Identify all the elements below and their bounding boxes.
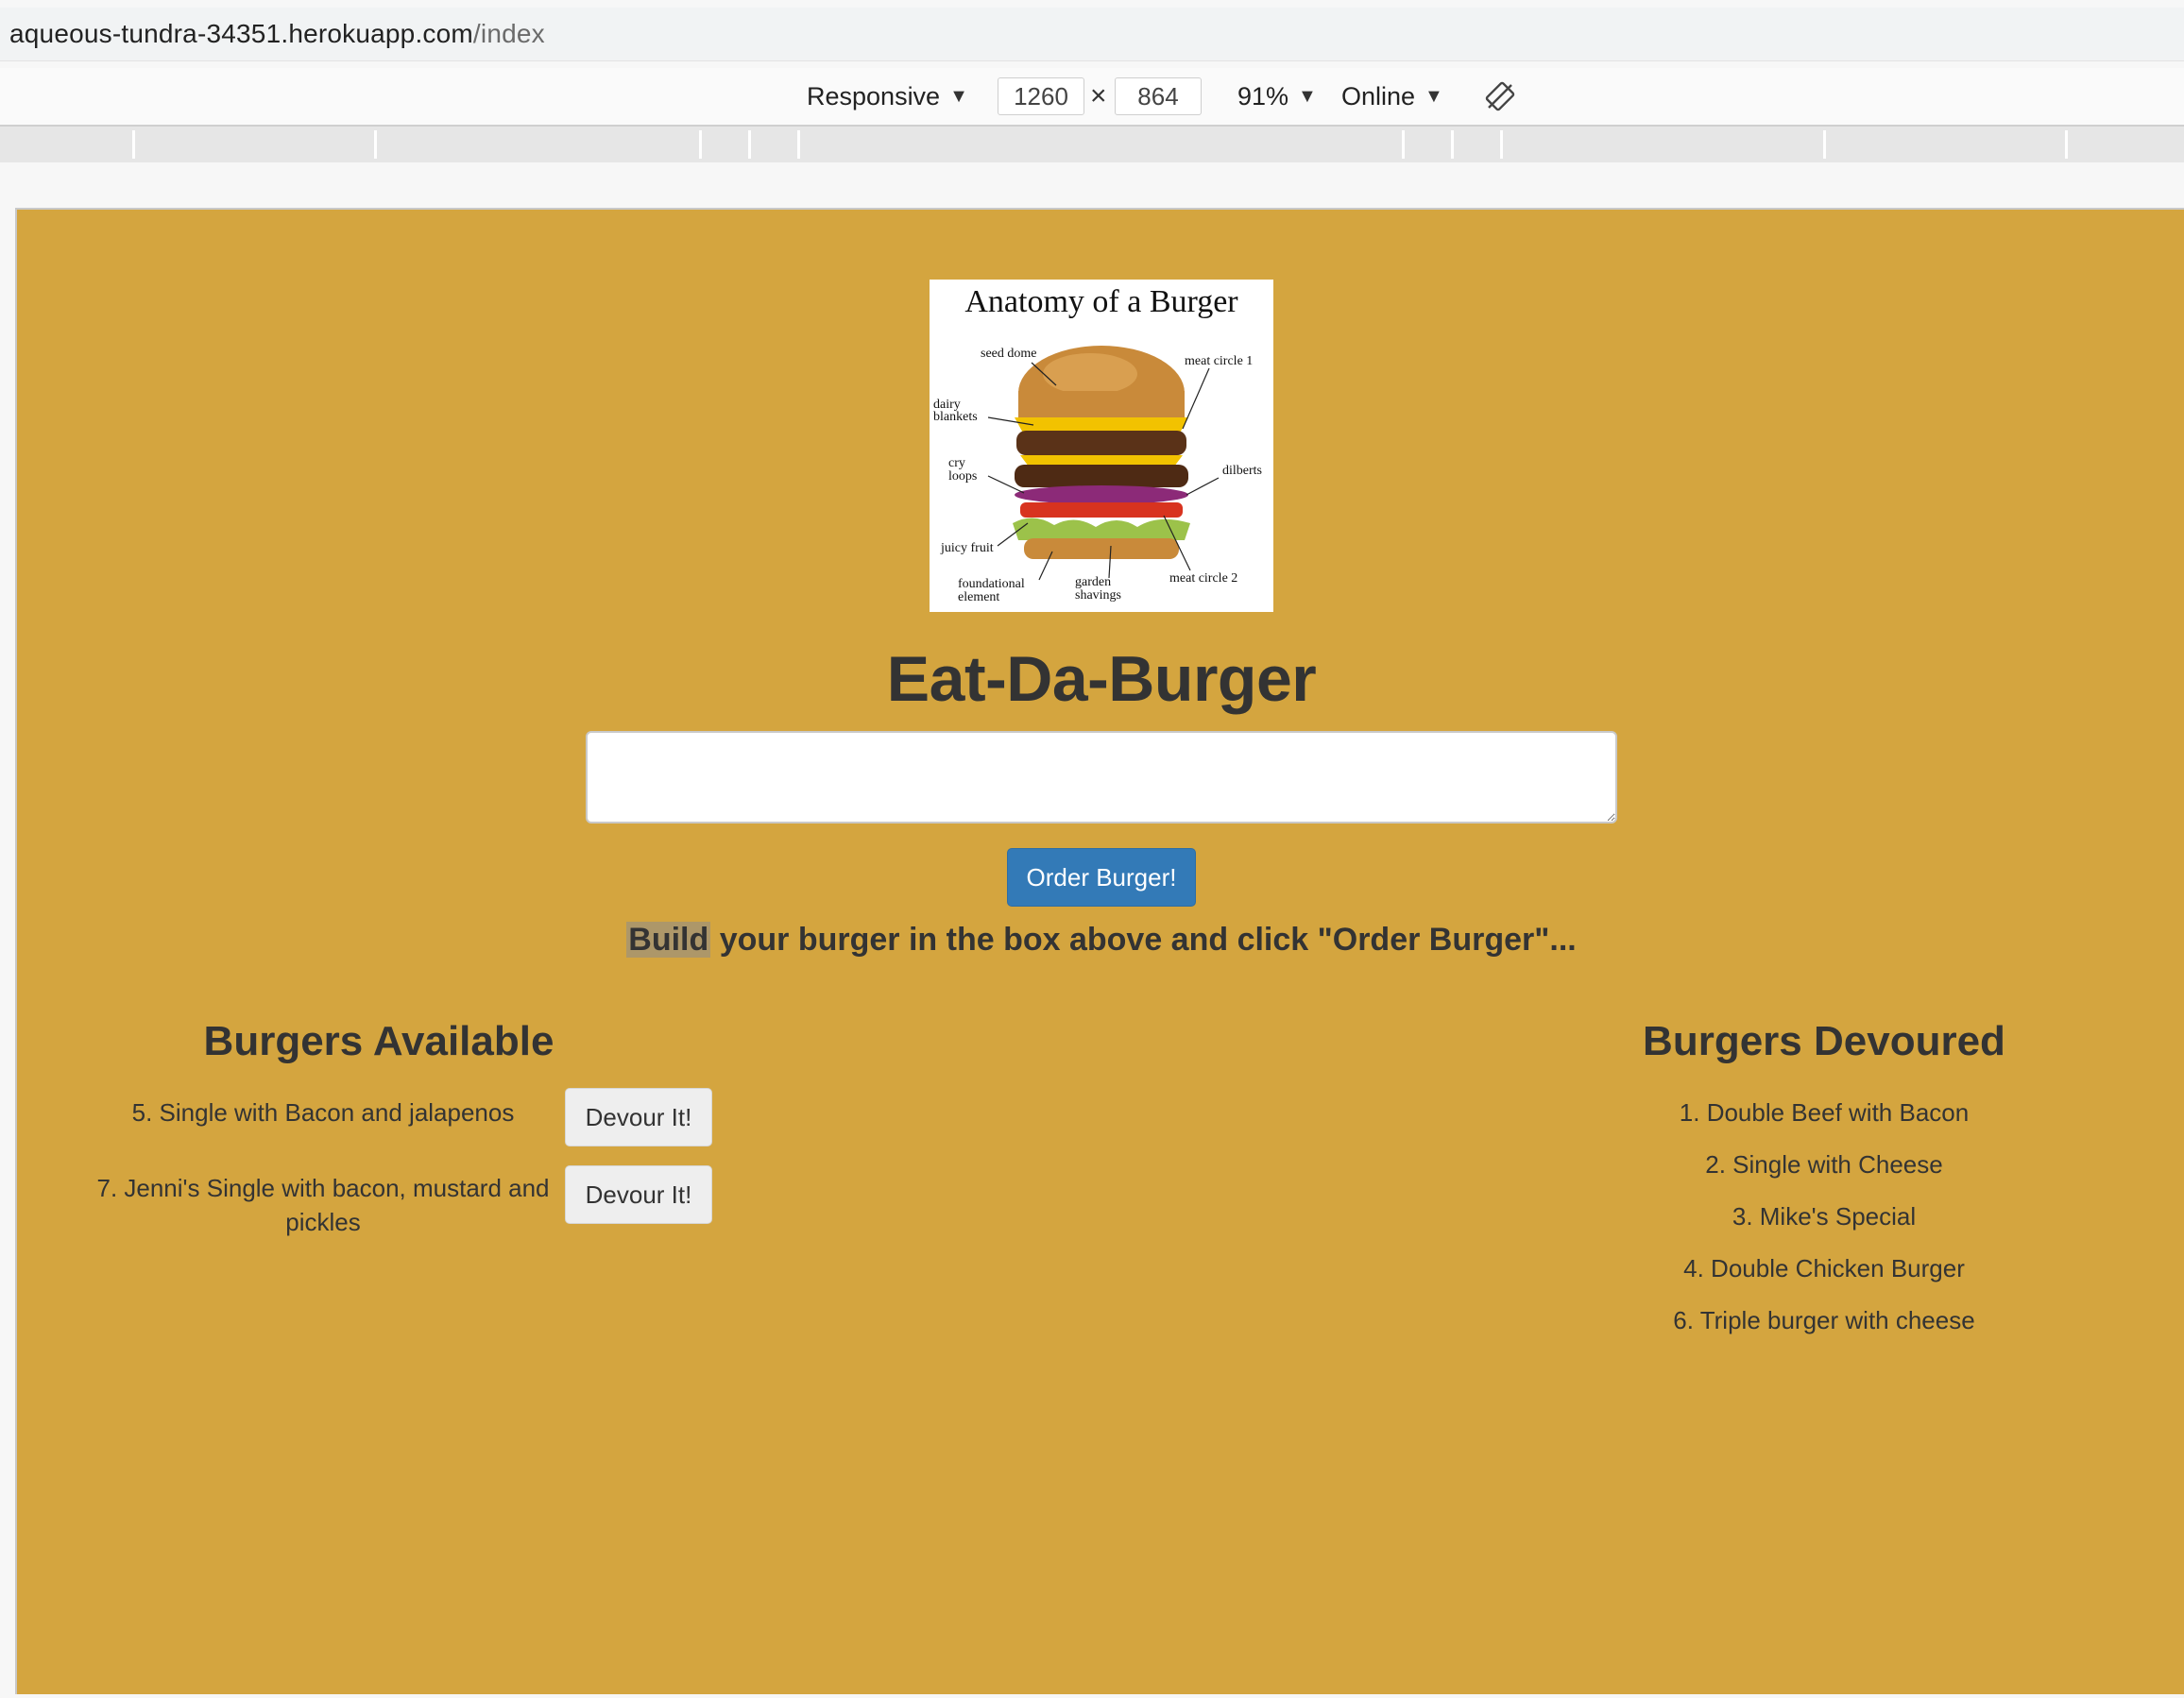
- address-bar[interactable]: aqueous-tundra-34351.herokuapp.com/index: [0, 8, 2184, 61]
- burger-illustration: Anatomy of a Burger seed dome meat circl…: [933, 284, 1262, 604]
- ruler-tick: [132, 130, 135, 159]
- svg-text:loops: loops: [948, 469, 977, 484]
- zoom-select[interactable]: 91% ▼: [1237, 68, 1317, 125]
- chevron-down-icon: ▼: [949, 85, 968, 107]
- devoured-burger-item: 1. Double Beef with Bacon: [1679, 1098, 1970, 1127]
- dimension-separator: ×: [1090, 80, 1107, 111]
- device-label: Responsive: [807, 81, 941, 110]
- svg-text:foundational: foundational: [958, 577, 1025, 591]
- instructions-highlight: Build: [626, 922, 711, 958]
- ruler-tick: [1823, 130, 1826, 159]
- url-host: aqueous-tundra-34351.herokuapp.com: [9, 19, 473, 48]
- rotate-icon[interactable]: [1483, 79, 1517, 113]
- available-burger-name: 7. Jenni's Single with bacon, mustard an…: [96, 1174, 550, 1236]
- ruler-tick: [1402, 130, 1405, 159]
- svg-text:meat circle 2: meat circle 2: [1169, 571, 1237, 586]
- svg-text:garden: garden: [1075, 575, 1111, 589]
- svg-text:seed dome: seed dome: [981, 347, 1036, 361]
- network-label: Online: [1341, 81, 1416, 110]
- ruler-tick: [699, 130, 702, 159]
- page-title: Eat-Da-Burger: [886, 643, 1317, 715]
- logo-title: Anatomy of a Burger: [964, 284, 1238, 319]
- order-burger-button[interactable]: Order Burger!: [1007, 848, 1196, 907]
- burgers-devoured-heading: Burgers Devoured: [1643, 1018, 2005, 1064]
- svg-text:cry: cry: [948, 456, 965, 470]
- instructions-rest: your burger in the box above and click "…: [710, 922, 1577, 958]
- device-select[interactable]: Responsive ▼: [807, 68, 968, 125]
- devoured-burger-list: 1. Double Beef with Bacon 2. Single with…: [1462, 1095, 2184, 1355]
- device-toolbar: Responsive ▼ × 91% ▼ Online ▼: [0, 68, 2184, 127]
- ruler-tick: [797, 130, 800, 159]
- devour-button[interactable]: Devour It!: [565, 1088, 712, 1146]
- ruler-tick: [748, 130, 751, 159]
- viewport-width-input[interactable]: [998, 77, 1084, 115]
- svg-text:meat circle 1: meat circle 1: [1185, 354, 1253, 368]
- url-path: /index: [472, 19, 545, 48]
- devoured-burger-item: 2. Single with Cheese: [1705, 1150, 1943, 1179]
- page-viewport: Anatomy of a Burger seed dome meat circl…: [15, 208, 2184, 1694]
- chevron-down-icon: ▼: [1425, 85, 1443, 107]
- ruler-tick: [374, 130, 377, 159]
- chevron-down-icon: ▼: [1298, 85, 1317, 107]
- ruler-tick: [1451, 130, 1454, 159]
- ruler-tick: [2065, 130, 2068, 159]
- devoured-burger-item: 3. Mike's Special: [1732, 1202, 1917, 1231]
- zoom-label: 91%: [1237, 81, 1289, 110]
- burger-name-input[interactable]: [586, 731, 1617, 824]
- devour-button[interactable]: Devour It!: [565, 1165, 712, 1224]
- network-throttle-select[interactable]: Online ▼: [1341, 68, 1443, 125]
- svg-text:blankets: blankets: [933, 410, 978, 424]
- viewport-height-input[interactable]: [1115, 77, 1202, 115]
- svg-text:dilberts: dilberts: [1222, 464, 1262, 478]
- devoured-burger-item: 6. Triple burger with cheese: [1673, 1306, 1975, 1334]
- burgers-available-heading: Burgers Available: [203, 1018, 555, 1064]
- svg-text:shavings: shavings: [1075, 588, 1121, 603]
- svg-text:juicy fruit: juicy fruit: [940, 541, 994, 555]
- media-query-ruler[interactable]: [0, 127, 2184, 162]
- instructions-text: Build your burger in the box above and c…: [17, 922, 2184, 959]
- url-text[interactable]: aqueous-tundra-34351.herokuapp.com/index: [9, 19, 545, 49]
- ruler-tick: [1500, 130, 1503, 159]
- burger-anatomy-logo: Anatomy of a Burger seed dome meat circl…: [930, 280, 1273, 612]
- svg-text:element: element: [958, 590, 999, 604]
- available-burger-name: 5. Single with Bacon and jalapenos: [131, 1098, 515, 1127]
- devoured-burger-item: 4. Double Chicken Burger: [1683, 1254, 1965, 1282]
